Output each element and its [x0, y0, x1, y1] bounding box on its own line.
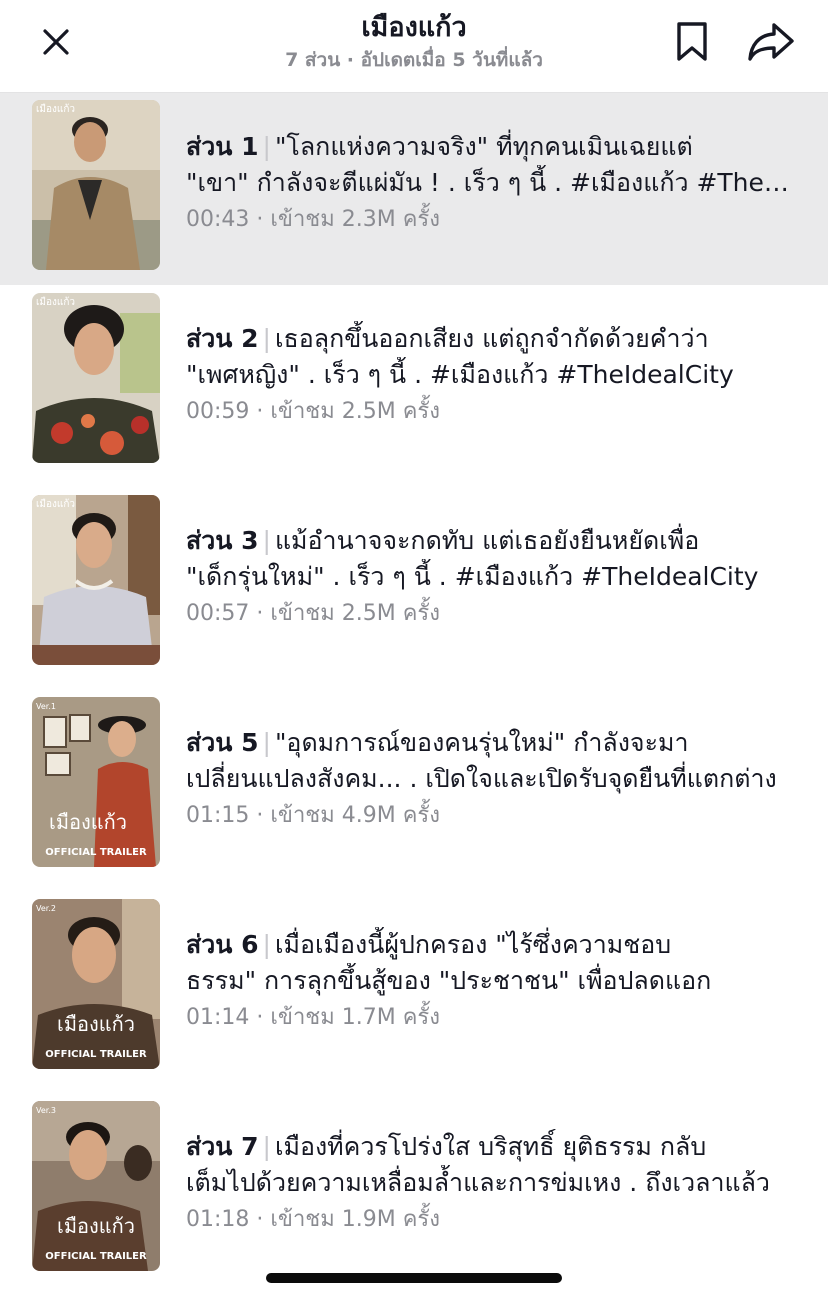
episode-part-label: ส่วน 2: [186, 324, 259, 353]
episode-thumbnail: Ver.2 เมืองแก้ว OFFICIAL TRAILER: [32, 899, 160, 1069]
separator: |: [262, 728, 271, 757]
episode-meta: 00:43 · เข้าชม 2.3M ครั้ง: [186, 207, 440, 232]
episode-title-text: "โลกแห่งความจริง" ที่ทุกคนเมินเฉยแต่: [274, 132, 693, 161]
svg-text:เมืองแก้ว: เมืองแก้ว: [36, 498, 75, 510]
episode-title-line-1: ส่วน 2 | เธอลุกขึ้นออกเสียง แต่ถูกจำกัดด้ว…: [186, 321, 796, 357]
episode-part-label: ส่วน 5: [186, 728, 259, 757]
episode-thumbnail: Ver.3 เมืองแก้ว OFFICIAL TRAILER: [32, 1101, 160, 1271]
episode-meta: 01:15 · เข้าชม 4.9M ครั้ง: [186, 803, 440, 828]
episode-duration: 00:57: [186, 601, 250, 626]
episode-title-line-2: "เพศหญิง" . เร็ว ๆ นี้ . #เมืองแก้ว #The…: [186, 360, 734, 389]
episode-duration: 01:15: [186, 803, 250, 828]
episode-row[interactable]: เมืองแก้ว ส่วน 3 | แม้อำนาจจะกดทับ แต่เธอย…: [0, 487, 828, 689]
separator: |: [262, 324, 271, 353]
episode-views: เข้าชม 2.5M ครั้ง: [270, 399, 440, 424]
episode-title-line-1: ส่วน 6 | เมื่อเมืองนี้ผู้ปกครอง "ไร้ซึ่งคว…: [186, 927, 796, 963]
svg-text:Ver.1: Ver.1: [36, 702, 56, 711]
episode-duration: 01:14: [186, 1005, 250, 1030]
svg-text:OFFICIAL TRAILER: OFFICIAL TRAILER: [45, 847, 147, 858]
episode-views: เข้าชม 2.5M ครั้ง: [270, 601, 440, 626]
episode-title-line-1: ส่วน 1 | "โลกแห่งความจริง" ที่ทุกคนเมินเฉย…: [186, 129, 796, 165]
episode-list: เมืองแก้ว ส่วน 1 | "โลกแห่งความจริง" ที่ทุ…: [0, 93, 828, 1295]
episode-row[interactable]: เมืองแก้ว ส่วน 2 | เธอลุกขึ้นออกเสียง แต่ถ…: [0, 285, 828, 487]
episode-thumbnail: เมืองแก้ว: [32, 293, 160, 463]
episode-title-line-1: ส่วน 7 | เมืองที่ควรโปร่งใส บริสุทธิ์ ยุติ…: [186, 1129, 796, 1165]
episode-views: เข้าชม 4.9M ครั้ง: [270, 803, 440, 828]
episode-views: เข้าชม 1.7M ครั้ง: [270, 1005, 440, 1030]
episode-row[interactable]: เมืองแก้ว ส่วน 1 | "โลกแห่งความจริง" ที่ทุ…: [0, 93, 828, 285]
thumbnail-image: Ver.1 เมืองแก้ว OFFICIAL TRAILER: [32, 697, 160, 867]
episode-thumbnail: เมืองแก้ว: [32, 495, 160, 665]
episode-row[interactable]: Ver.2 เมืองแก้ว OFFICIAL TRAILER ส่วน 6 |…: [0, 891, 828, 1093]
bookmark-icon: [677, 22, 707, 61]
svg-text:OFFICIAL TRAILER: OFFICIAL TRAILER: [45, 1251, 147, 1262]
close-icon: [43, 29, 69, 55]
episode-title-line-2: "เด็กรุ่นใหม่" . เร็ว ๆ นี้ . #เมืองแก้ว…: [186, 562, 759, 591]
close-button[interactable]: [36, 22, 76, 62]
episode-meta: 00:59 · เข้าชม 2.5M ครั้ง: [186, 399, 440, 424]
playlist-subtitle: 7 ส่วน · อัปเดตเมื่อ 5 วันที่แล้ว: [285, 49, 543, 71]
thumbnail-image: Ver.3 เมืองแก้ว OFFICIAL TRAILER: [32, 1101, 160, 1271]
episode-part-label: ส่วน 6: [186, 930, 259, 959]
share-icon: [748, 23, 794, 61]
svg-text:เมืองแก้ว: เมืองแก้ว: [36, 103, 75, 115]
episode-meta: 00:57 · เข้าชม 2.5M ครั้ง: [186, 601, 440, 626]
episode-info: ส่วน 5 | "อุดมการณ์ของคนรุ่นใหม่" กำลังจะม…: [186, 725, 796, 833]
episode-part-label: ส่วน 3: [186, 526, 259, 555]
share-button[interactable]: [744, 18, 798, 66]
episode-meta: 01:18 · เข้าชม 1.9M ครั้ง: [186, 1207, 440, 1232]
episode-info: ส่วน 1 | "โลกแห่งความจริง" ที่ทุกคนเมินเฉย…: [186, 129, 796, 237]
episode-title-line-2: "เขา" กำลังจะตีแผ่มัน ! . เร็ว ๆ นี้ . #…: [186, 168, 796, 197]
separator: |: [262, 132, 271, 161]
header-title-block: เมืองแก้ว 7 ส่วน · อัปเดตเมื่อ 5 วันที่แ…: [180, 10, 648, 74]
home-indicator[interactable]: [266, 1273, 562, 1283]
svg-text:เมืองแก้ว: เมืองแก้ว: [36, 296, 75, 308]
svg-text:Ver.3: Ver.3: [36, 1106, 56, 1115]
svg-text:เมืองแก้ว: เมืองแก้ว: [57, 1214, 135, 1238]
episode-meta: 01:14 · เข้าชม 1.7M ครั้ง: [186, 1005, 440, 1030]
episode-title-line-2: เต็มไปด้วยความเหลื่อมล้ำและการข่มเหง . ถ…: [186, 1168, 770, 1197]
separator: |: [262, 1132, 271, 1161]
episode-title-line-2: ธรรม" การลุกขึ้นสู้ของ "ประชาชน" เพื่อปล…: [186, 966, 712, 995]
episode-duration: 00:43: [186, 207, 250, 232]
thumbnail-image: เมืองแก้ว: [32, 495, 160, 665]
svg-text:OFFICIAL TRAILER: OFFICIAL TRAILER: [45, 1049, 147, 1060]
episode-info: ส่วน 3 | แม้อำนาจจะกดทับ แต่เธอยังยืนหยัดเ…: [186, 523, 796, 631]
episode-info: ส่วน 7 | เมืองที่ควรโปร่งใส บริสุทธิ์ ยุติ…: [186, 1129, 796, 1237]
episode-views: เข้าชม 1.9M ครั้ง: [270, 1207, 440, 1232]
episode-title-text: เธอลุกขึ้นออกเสียง แต่ถูกจำกัดด้วยคำว่า: [274, 324, 709, 353]
episode-views: เข้าชม 2.3M ครั้ง: [270, 207, 440, 232]
episode-thumbnail: Ver.1 เมืองแก้ว OFFICIAL TRAILER: [32, 697, 160, 867]
episode-row[interactable]: Ver.3 เมืองแก้ว OFFICIAL TRAILER ส่วน 7 |…: [0, 1093, 828, 1295]
separator: |: [262, 526, 271, 555]
svg-text:เมืองแก้ว: เมืองแก้ว: [49, 810, 127, 834]
episode-title-line-1: ส่วน 3 | แม้อำนาจจะกดทับ แต่เธอยังยืนหยัดเ…: [186, 523, 796, 559]
episode-duration: 01:18: [186, 1207, 250, 1232]
playlist-header: เมืองแก้ว 7 ส่วน · อัปเดตเมื่อ 5 วันที่แ…: [0, 0, 828, 93]
thumbnail-image: Ver.2 เมืองแก้ว OFFICIAL TRAILER: [32, 899, 160, 1069]
bookmark-button[interactable]: [668, 18, 716, 66]
episode-info: ส่วน 2 | เธอลุกขึ้นออกเสียง แต่ถูกจำกัดด้ว…: [186, 321, 796, 429]
thumbnail-image: เมืองแก้ว: [32, 293, 160, 463]
episode-title-text: "อุดมการณ์ของคนรุ่นใหม่" กำลังจะมา: [274, 728, 689, 757]
episode-thumbnail: เมืองแก้ว: [32, 100, 160, 270]
thumbnail-image: เมืองแก้ว: [32, 100, 160, 270]
episode-title-line-2: เปลี่ยนแปลงสังคม... . เปิดใจและเปิดรับจุ…: [186, 764, 777, 793]
svg-text:Ver.2: Ver.2: [36, 904, 56, 913]
episode-title-text: แม้อำนาจจะกดทับ แต่เธอยังยืนหยัดเพื่อ: [274, 526, 700, 555]
playlist-title: เมืองแก้ว: [361, 12, 467, 43]
episode-duration: 00:59: [186, 399, 250, 424]
episode-title-text: เมืองที่ควรโปร่งใส บริสุทธิ์ ยุติธรรม กล…: [274, 1132, 707, 1161]
svg-text:เมืองแก้ว: เมืองแก้ว: [57, 1012, 135, 1036]
episode-part-label: ส่วน 1: [186, 132, 259, 161]
episode-title-text: เมื่อเมืองนี้ผู้ปกครอง "ไร้ซึ่งความชอบ: [274, 930, 672, 959]
episode-part-label: ส่วน 7: [186, 1132, 259, 1161]
episode-row[interactable]: Ver.1 เมืองแก้ว OFFICIAL TRAILER ส่วน 5 |…: [0, 689, 828, 891]
episode-title-line-1: ส่วน 5 | "อุดมการณ์ของคนรุ่นใหม่" กำลังจะม…: [186, 725, 796, 761]
separator: |: [262, 930, 271, 959]
episode-info: ส่วน 6 | เมื่อเมืองนี้ผู้ปกครอง "ไร้ซึ่งคว…: [186, 927, 796, 1035]
